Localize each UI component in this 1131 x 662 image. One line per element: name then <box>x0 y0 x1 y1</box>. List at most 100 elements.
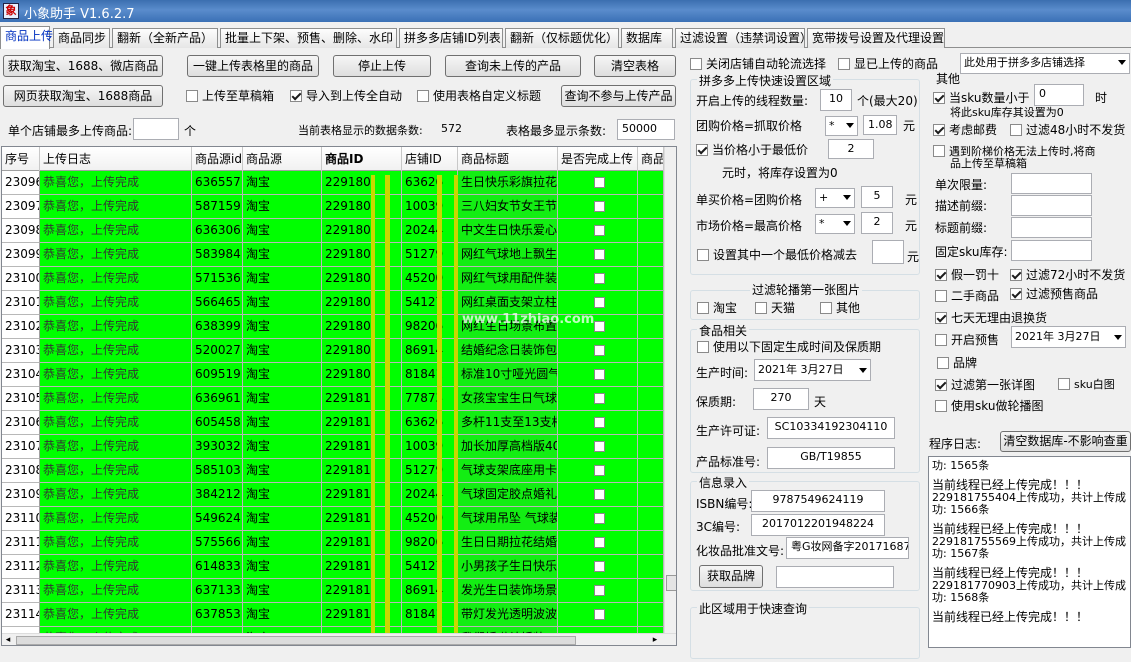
filter72-checkbox[interactable]: 过滤72小时不发货 <box>1010 266 1125 283</box>
upload-done-cell[interactable] <box>558 363 638 387</box>
upload-done-cell[interactable] <box>558 459 638 483</box>
get-brand-button[interactable]: 获取品牌 <box>699 565 763 588</box>
checkbox-box[interactable] <box>935 379 947 391</box>
table-cell[interactable]: 淘宝 <box>243 579 322 603</box>
show-uploaded-checkbox[interactable]: 显已上传的商品 <box>838 55 938 72</box>
checkbox-box[interactable] <box>933 145 945 157</box>
checkbox-box[interactable] <box>933 92 945 104</box>
table-cell[interactable]: 393032 <box>192 435 243 459</box>
table-row[interactable]: 23108 恭喜您，上传完成 585103 淘宝 229181 51279 气球支架底座用卡 <box>2 459 664 483</box>
tab-pdd-shop-list[interactable]: 拼多多店铺ID列表 <box>399 28 503 48</box>
upload-done-cell[interactable] <box>558 579 638 603</box>
table-cell[interactable]: 淘宝 <box>243 411 322 435</box>
table-cell[interactable]: 中文生日快乐爱心 <box>458 219 558 243</box>
table-row[interactable]: 23100 恭喜您，上传完成 571536 淘宝 229180 45200 网红气球用配件装 <box>2 267 664 291</box>
table-cell[interactable]: 229181 <box>322 579 402 603</box>
table-cell[interactable]: 229181 <box>322 531 402 555</box>
table-row[interactable]: 23104 恭喜您，上传完成 609519 淘宝 229180 81841 标准10寸哑光圆… <box>2 363 664 387</box>
upload-done-checkbox[interactable] <box>594 393 605 404</box>
table-cell[interactable]: 51279 <box>402 243 458 267</box>
table-cell[interactable]: 淘宝 <box>243 171 322 195</box>
upload-done-checkbox[interactable] <box>594 177 605 188</box>
table-row[interactable]: 23107 恭喜您，上传完成 393032 淘宝 229181 10039 加长加厚高档版4… <box>2 435 664 459</box>
product-table[interactable]: 序号 上传日志 商品源id 商品源 商品ID 店铺ID 商品标题 是否完成上传 … <box>1 146 677 646</box>
table-cell[interactable]: 229181 <box>322 603 402 627</box>
checkbox-box[interactable] <box>697 302 709 314</box>
table-cell[interactable]: 585103 <box>192 459 243 483</box>
checkbox-box[interactable] <box>1010 124 1022 136</box>
table-cell[interactable]: 23109 <box>2 483 40 507</box>
upload-done-checkbox[interactable] <box>594 321 605 332</box>
checkbox-box[interactable] <box>935 269 947 281</box>
checkbox-box[interactable] <box>696 144 708 156</box>
table-cell[interactable]: 614833 <box>192 555 243 579</box>
upload-done-checkbox[interactable] <box>594 465 605 476</box>
table-cell[interactable] <box>638 411 664 435</box>
table-cell[interactable]: 多杆11支至13支杆 <box>458 411 558 435</box>
table-row[interactable]: 23113 恭喜您，上传完成 637133 淘宝 229181 86914 发光生日装饰场景 <box>2 579 664 603</box>
scroll-left-icon[interactable]: ◂ <box>3 635 13 645</box>
isbn-input[interactable]: 9787549624119 <box>751 490 885 512</box>
table-cell[interactable]: 恭喜您，上传完成 <box>40 603 192 627</box>
table-row[interactable]: 23098 恭喜您，上传完成 636306 淘宝 229180 20244 中文生日快乐爱心 <box>2 219 664 243</box>
table-cell[interactable]: 结婚纪念日装饰包 <box>458 339 558 363</box>
col-seq[interactable]: 序号 <box>2 147 40 171</box>
table-cell[interactable]: 229181 <box>322 459 402 483</box>
fetch-taobao-button[interactable]: 获取淘宝、1688、微店商品 <box>3 55 163 77</box>
table-cell[interactable]: 51279 <box>402 459 458 483</box>
table-cell[interactable]: 637133 <box>192 579 243 603</box>
upload-to-draft-checkbox[interactable]: 上传至草稿箱 <box>186 87 274 104</box>
brand-checkbox[interactable]: 品牌 <box>937 354 977 371</box>
checkbox-box[interactable] <box>417 90 429 102</box>
table-cell[interactable]: 恭喜您，上传完成 <box>40 459 192 483</box>
table-cell[interactable]: 23099 <box>2 243 40 267</box>
filter-first-detail-checkbox[interactable]: 过滤第一张详图 <box>935 376 1035 393</box>
table-cell[interactable]: 229180 <box>322 363 402 387</box>
second-hand-checkbox[interactable]: 二手商品 <box>935 287 999 304</box>
table-max-input[interactable]: 50000 <box>617 119 675 140</box>
upload-done-checkbox[interactable] <box>594 417 605 428</box>
title-prefix-input[interactable] <box>1011 217 1092 238</box>
table-row[interactable]: 23099 恭喜您，上传完成 583984 淘宝 229180 51279 网红气球地上飘生 <box>2 243 664 267</box>
table-row[interactable]: 23111 恭喜您，上传完成 575566 淘宝 229181 98206 生日日期拉花结婚 <box>2 531 664 555</box>
table-cell[interactable]: 标准10寸哑光圆气 <box>458 363 558 387</box>
table-cell[interactable]: 609519 <box>192 363 243 387</box>
table-cell[interactable]: 23098 <box>2 219 40 243</box>
tab-product-upload[interactable]: 商品上传 <box>0 26 53 49</box>
checkbox-box[interactable] <box>935 334 947 346</box>
table-cell[interactable]: 淘宝 <box>243 507 322 531</box>
table-cell[interactable]: 恭喜您，上传完成 <box>40 435 192 459</box>
table-cell[interactable]: 10039 <box>402 435 458 459</box>
table-cell[interactable]: 229181 <box>322 435 402 459</box>
table-cell[interactable]: 23113 <box>2 579 40 603</box>
table-cell[interactable]: 淘宝 <box>243 339 322 363</box>
table-cell[interactable]: 生日快乐彩旗拉花 <box>458 171 558 195</box>
table-cell[interactable]: 229180 <box>322 267 402 291</box>
scroll-thumb[interactable] <box>16 636 576 645</box>
table-cell[interactable]: 淘宝 <box>243 603 322 627</box>
table-cell[interactable]: 淘宝 <box>243 387 322 411</box>
table-cell[interactable]: 淘宝 <box>243 459 322 483</box>
fake-one-checkbox[interactable]: 假一罚十 <box>935 266 999 283</box>
table-cell[interactable]: 81841 <box>402 363 458 387</box>
table-cell[interactable]: 气球固定胶点婚礼 <box>458 483 558 507</box>
upload-done-cell[interactable] <box>558 555 638 579</box>
checkbox-box[interactable] <box>935 400 947 412</box>
table-cell[interactable]: 638399 <box>192 315 243 339</box>
table-cell[interactable]: 229180 <box>322 171 402 195</box>
table-cell[interactable]: 229180 <box>322 315 402 339</box>
table-cell[interactable] <box>638 219 664 243</box>
table-cell[interactable]: 45200 <box>402 507 458 531</box>
table-cell[interactable]: 229181 <box>322 555 402 579</box>
close-shop-rotation-checkbox[interactable]: 关闭店铺自动轮流选择 <box>690 55 826 72</box>
table-cell[interactable]: 63626 <box>402 411 458 435</box>
table-cell[interactable]: 566465 <box>192 291 243 315</box>
table-cell[interactable]: 20244 <box>402 219 458 243</box>
table-row[interactable]: 23105 恭喜您，上传完成 636961 淘宝 229181 77873 女孩宝宝生日气球 <box>2 387 664 411</box>
table-cell[interactable]: 229181 <box>322 507 402 531</box>
clear-database-button[interactable]: 清空数据库-不影响查重 <box>1000 431 1131 452</box>
table-cell[interactable]: 女孩宝宝生日气球 <box>458 387 558 411</box>
table-cell[interactable]: 小男孩子生日快乐 <box>458 555 558 579</box>
upload-done-checkbox[interactable] <box>594 513 605 524</box>
table-cell[interactable] <box>638 171 664 195</box>
